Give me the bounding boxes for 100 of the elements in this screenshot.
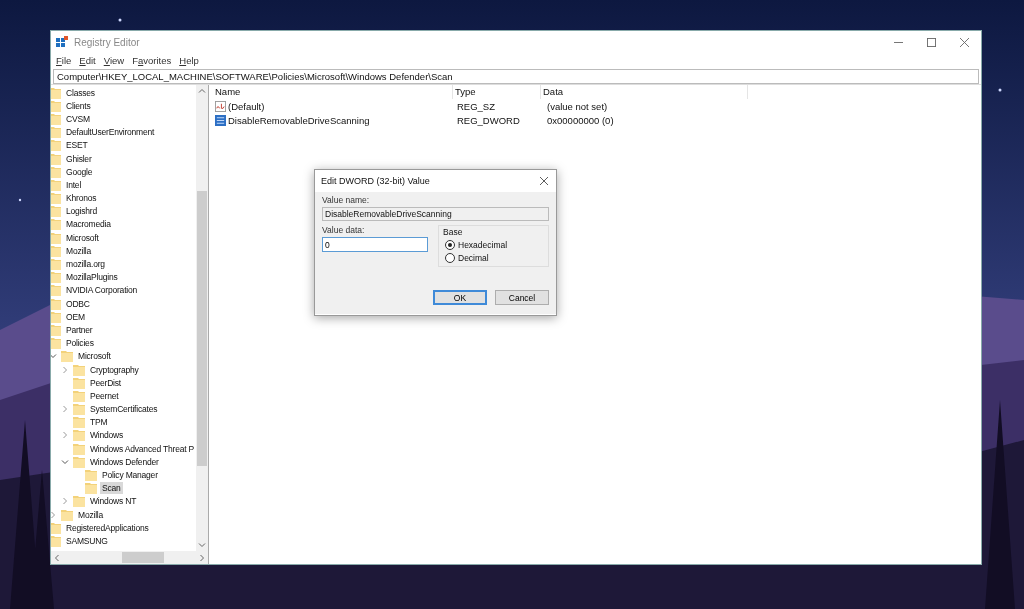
maximize-icon[interactable]: [927, 37, 936, 47]
tree-item[interactable]: RegisteredApplications: [64, 521, 151, 534]
folder-icon: [85, 469, 97, 482]
tree-item[interactable]: SAMSUNG: [64, 534, 110, 547]
string-value-icon: [215, 100, 226, 112]
folder-icon: [51, 139, 61, 152]
folder-icon: [51, 521, 61, 534]
folder-icon: [51, 112, 61, 125]
tree-item[interactable]: Windows NT: [88, 495, 139, 508]
folder-icon: [51, 284, 61, 297]
tree-item[interactable]: Mozilla: [64, 244, 94, 257]
folder-icon: [51, 297, 61, 310]
chevron-right-icon[interactable]: [61, 497, 69, 506]
menu-item[interactable]: Help: [179, 55, 199, 66]
value-type: REG_SZ: [456, 100, 496, 112]
tree-item[interactable]: TPM: [88, 416, 110, 429]
folder-icon: [73, 455, 85, 468]
tree-item[interactable]: mozilla.org: [64, 258, 107, 271]
radio-button[interactable]: Decimal: [443, 253, 544, 263]
folder-icon: [85, 482, 97, 495]
folder-icon: [61, 508, 73, 521]
chevron-right-icon[interactable]: [61, 405, 69, 414]
tree-item[interactable]: Clients: [64, 99, 93, 112]
tree-item[interactable]: Microsoft: [76, 350, 113, 363]
folder-icon: [51, 231, 61, 244]
chevron-right-icon[interactable]: [61, 431, 69, 440]
tree-item[interactable]: Ghisler: [64, 152, 94, 165]
tree-item[interactable]: NVIDIA Corporation: [64, 284, 140, 297]
folder-icon: [51, 126, 61, 139]
scroll-down-icon[interactable]: [198, 541, 206, 549]
menu-item[interactable]: File: [56, 55, 72, 66]
folder-icon: [73, 429, 85, 442]
dialog-title: Edit DWORD (32-bit) Value: [321, 176, 430, 186]
menu-item[interactable]: View: [103, 55, 125, 66]
tree-item[interactable]: Logishrd: [64, 205, 99, 218]
folder-icon: [51, 337, 61, 350]
dialog-button[interactable]: Cancel: [495, 290, 549, 305]
column-header[interactable]: Name: [213, 85, 453, 99]
scroll-right-icon[interactable]: [198, 553, 206, 562]
scroll-left-icon[interactable]: [53, 553, 61, 562]
column-header[interactable]: Data: [541, 85, 748, 99]
tree-item[interactable]: Policies: [64, 337, 96, 350]
tree-item[interactable]: Cryptography: [88, 363, 141, 376]
tree-item[interactable]: ODBC: [64, 297, 92, 310]
tree-item[interactable]: Classes: [64, 86, 97, 99]
close-icon[interactable]: [960, 37, 969, 47]
value-name[interactable]: DisableRemovableDriveScanning: [228, 114, 370, 126]
tree-item[interactable]: Microsoft: [64, 231, 101, 244]
tree-item[interactable]: DefaultUserEnvironment: [64, 126, 157, 139]
chevron-right-icon[interactable]: [61, 365, 69, 374]
tree-item[interactable]: Policy Manager: [100, 469, 160, 482]
folder-icon: [51, 152, 61, 165]
value-name[interactable]: (Default): [228, 100, 265, 112]
tree-item[interactable]: Mozilla: [76, 508, 106, 521]
horizontal-scrollbar[interactable]: [51, 551, 208, 564]
radio-button[interactable]: Hexadecimal: [443, 240, 544, 250]
close-icon[interactable]: [540, 177, 548, 185]
tree-item[interactable]: PeerDist: [88, 376, 123, 389]
menu-item[interactable]: Favorites: [132, 55, 172, 66]
folder-icon: [51, 86, 61, 99]
tree-item[interactable]: Khronos: [64, 192, 99, 205]
dialog-button[interactable]: OK: [433, 290, 487, 305]
tree-item[interactable]: OEM: [64, 310, 87, 323]
tree-item[interactable]: Scan: [100, 482, 123, 495]
tree-item[interactable]: MozillaPlugins: [64, 271, 120, 284]
tree-item[interactable]: Windows Defender: [88, 455, 161, 468]
chevron-down-icon[interactable]: [61, 457, 69, 466]
tree-item[interactable]: ESET: [64, 139, 90, 152]
menu-item[interactable]: Edit: [79, 55, 96, 66]
registry-icon: [56, 36, 68, 48]
binary-value-icon: [215, 114, 226, 126]
folder-icon: [73, 363, 85, 376]
folder-icon: [51, 271, 61, 284]
folder-icon: [73, 376, 85, 389]
folder-icon: [51, 534, 61, 547]
tree-item[interactable]: Google: [64, 165, 95, 178]
folder-icon: [73, 495, 85, 508]
chevron-right-icon[interactable]: [51, 510, 57, 519]
folder-icon: [51, 99, 61, 112]
tree-item[interactable]: Windows: [88, 429, 126, 442]
column-header[interactable]: Type: [453, 85, 541, 99]
field-label: Value name:: [322, 195, 371, 205]
tree-item[interactable]: Intel: [64, 178, 84, 191]
tree-item[interactable]: CVSM: [64, 112, 92, 125]
address-field[interactable]: Computer\HKEY_LOCAL_MACHINE\SOFTWARE\Policies\Microsoft\Windows Defender\Scan: [53, 69, 979, 84]
folder-icon: [61, 350, 73, 363]
chevron-down-icon[interactable]: [51, 352, 57, 361]
tree-item[interactable]: Windows Advanced Threat P: [88, 442, 196, 455]
tree-item[interactable]: SystemCertificates: [88, 403, 160, 416]
tree-item[interactable]: Macromedia: [64, 218, 113, 231]
value-type: REG_DWORD: [456, 114, 521, 126]
value-data-field[interactable]: 0: [322, 237, 428, 252]
folder-icon: [73, 442, 85, 455]
vertical-scrollbar[interactable]: [196, 85, 208, 551]
scroll-up-icon[interactable]: [198, 87, 206, 95]
value-data: (value not set): [546, 100, 609, 112]
folder-icon: [51, 244, 61, 257]
tree-item[interactable]: Partner: [64, 323, 95, 336]
tree-item[interactable]: Peernet: [88, 389, 121, 402]
folder-icon: [73, 403, 85, 416]
